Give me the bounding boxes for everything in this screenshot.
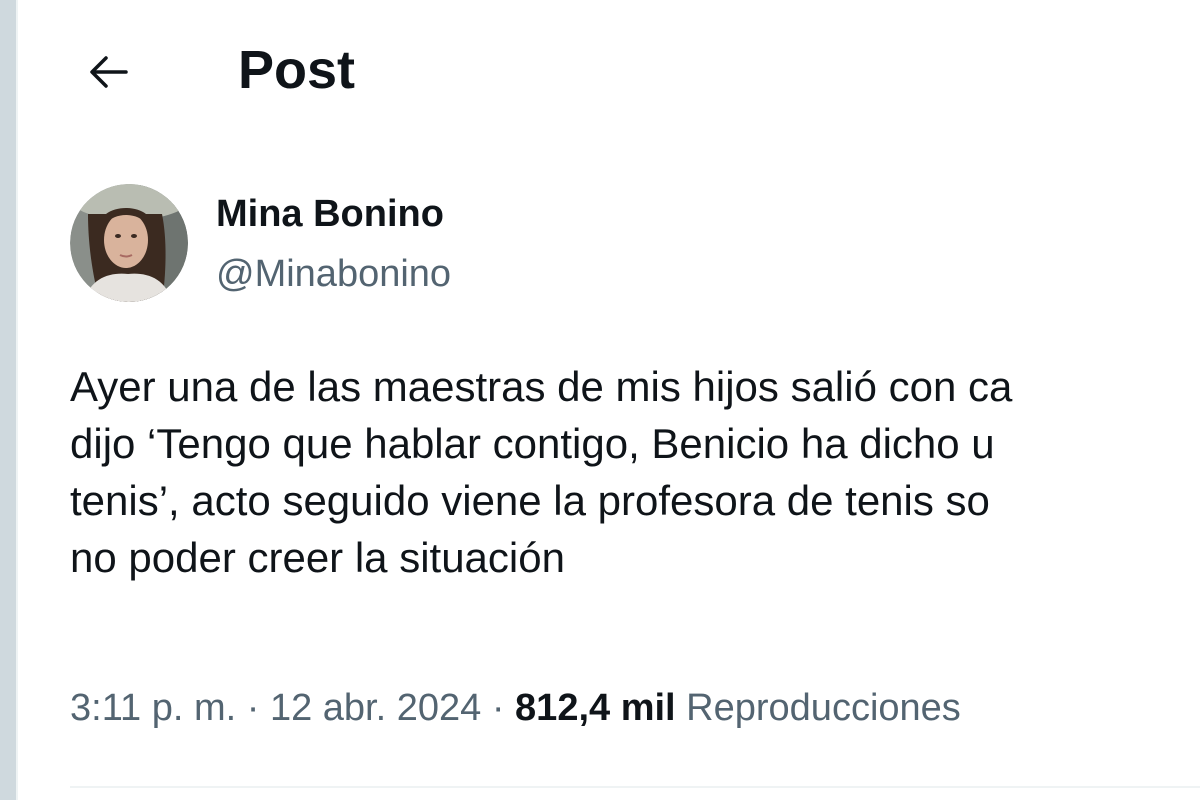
post-header: Post (18, 0, 1200, 140)
meta-separator: · (491, 687, 505, 729)
avatar-photo (70, 184, 188, 302)
divider (70, 786, 1200, 788)
back-button[interactable] (80, 44, 136, 100)
post-date[interactable]: 12 abr. 2024 (270, 687, 481, 729)
post-meta: 3:11 p. m. · 12 abr. 2024 · 812,4 mil Re… (70, 686, 961, 732)
left-rail (0, 0, 16, 800)
views-label: Reproducciones (686, 687, 961, 729)
post-text: Ayer una de las maestras de mis hijos sa… (70, 358, 1200, 586)
post-time[interactable]: 3:11 p. m. (70, 687, 236, 729)
display-name[interactable]: Mina Bonino (216, 192, 444, 238)
avatar[interactable] (70, 184, 188, 302)
meta-separator: · (246, 687, 260, 729)
views-count: 812,4 mil (515, 687, 676, 729)
page-title: Post (238, 40, 356, 100)
post-text-line: dijo ‘Tengo que hablar contigo, Benicio … (70, 420, 995, 467)
user-handle[interactable]: @Minabonino (216, 252, 451, 298)
post-author: Mina Bonino @Minabonino (70, 184, 1200, 304)
post-text-line: tenis’, acto seguido viene la profesora … (70, 477, 990, 524)
post-text-line: Ayer una de las maestras de mis hijos sa… (70, 363, 1013, 410)
post-text-line: no poder creer la situación (70, 534, 565, 581)
arrow-left-icon (90, 56, 128, 88)
